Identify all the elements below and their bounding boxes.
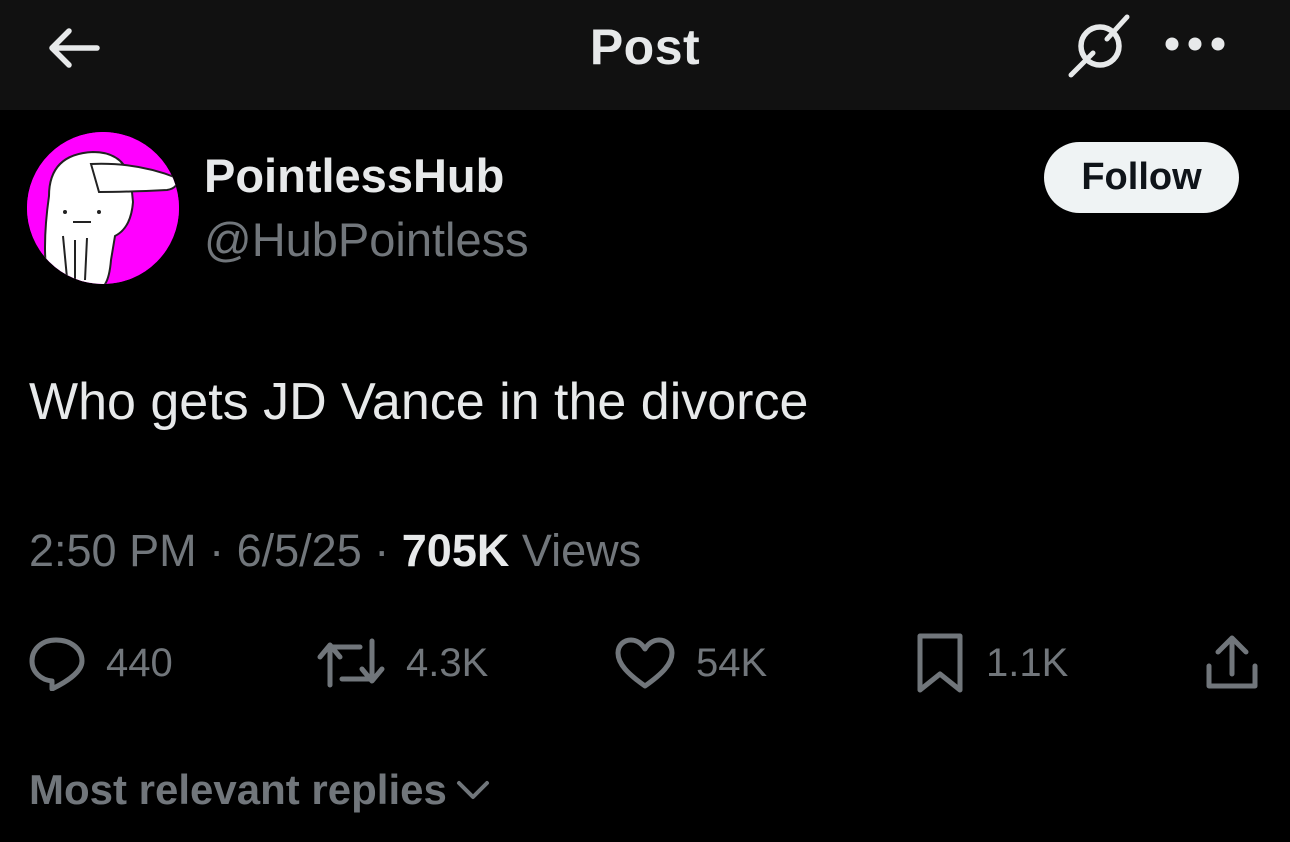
action-bar: 440 4.3K 54K 1.1K: [0, 630, 1290, 696]
like-count: 54K: [696, 640, 768, 685]
post-text: Who gets JD Vance in the divorce: [29, 373, 809, 431]
views-label: Views: [521, 525, 642, 576]
meta-separator: ·: [374, 525, 390, 576]
grok-icon: [1068, 14, 1130, 78]
repost-icon: [317, 638, 385, 688]
more-horizontal-icon: [1165, 37, 1225, 51]
avatar-cartoon-icon: [27, 132, 179, 284]
author-handle[interactable]: @HubPointless: [204, 212, 529, 267]
repost-button[interactable]: 4.3K: [316, 630, 488, 696]
share-button[interactable]: [1204, 630, 1260, 696]
repost-count: 4.3K: [406, 640, 489, 685]
avatar[interactable]: [27, 132, 179, 284]
replies-sort-dropdown[interactable]: Most relevant replies: [29, 766, 491, 814]
post-time[interactable]: 2:50 PM: [29, 525, 197, 576]
replies-sort-label: Most relevant replies: [29, 766, 447, 813]
heart-icon: [615, 637, 675, 689]
share-icon: [1206, 635, 1258, 689]
views-count[interactable]: 705K: [402, 525, 510, 576]
more-button[interactable]: [1160, 20, 1230, 68]
bookmark-button[interactable]: 1.1K: [914, 630, 1068, 696]
reply-count: 440: [106, 640, 173, 685]
reply-icon: [29, 637, 85, 691]
bookmark-count: 1.1K: [986, 640, 1069, 685]
reply-button[interactable]: 440: [28, 630, 173, 696]
like-button[interactable]: 54K: [614, 630, 767, 696]
bookmark-icon: [917, 633, 963, 693]
post-meta: 2:50 PM · 6/5/25 · 705K Views: [29, 525, 641, 577]
follow-button[interactable]: Follow: [1044, 142, 1239, 213]
meta-separator: ·: [209, 525, 225, 576]
author-display-name[interactable]: PointlessHub: [204, 148, 504, 203]
post-date[interactable]: 6/5/25: [237, 525, 362, 576]
chevron-down-icon: [456, 781, 489, 799]
top-bar: Post: [0, 0, 1290, 110]
grok-button[interactable]: [1062, 12, 1138, 80]
